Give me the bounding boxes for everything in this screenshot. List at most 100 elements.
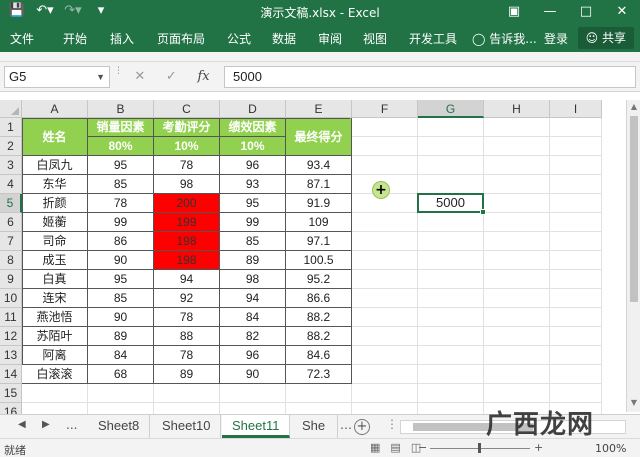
cell-g4[interactable] xyxy=(418,175,484,194)
tab-formulas[interactable]: 公式 xyxy=(227,30,251,47)
cell-f14[interactable] xyxy=(352,365,418,384)
tab-insert[interactable]: 插入 xyxy=(110,30,134,47)
more-sheets-button[interactable]: ... xyxy=(66,418,77,432)
cell-f12[interactable] xyxy=(352,327,418,346)
table-cell[interactable]: 109 xyxy=(286,213,352,232)
row-header-5[interactable]: 5 xyxy=(0,194,22,213)
column-header-b[interactable]: B xyxy=(88,100,154,118)
name-cell[interactable]: 阿离 xyxy=(22,346,88,365)
table-cell[interactable]: 89 xyxy=(154,365,220,384)
table-cell[interactable]: 89 xyxy=(220,251,286,270)
cell-i1[interactable] xyxy=(550,118,602,137)
select-all-button[interactable] xyxy=(0,100,22,118)
page-layout-view-icon[interactable]: ▤ xyxy=(390,441,400,454)
cell-h7[interactable] xyxy=(484,232,550,251)
table-cell[interactable]: 78 xyxy=(154,156,220,175)
cell-f15[interactable] xyxy=(352,384,418,403)
table-cell[interactable]: 78 xyxy=(154,346,220,365)
ribbon-display-icon[interactable]: ▣ xyxy=(496,0,532,24)
table-cell[interactable]: 85 xyxy=(88,289,154,308)
cell-f6[interactable] xyxy=(352,213,418,232)
name-cell[interactable]: 司命 xyxy=(22,232,88,251)
row-header-12[interactable]: 12 xyxy=(0,327,22,346)
prev-sheet-icon[interactable]: ◀ xyxy=(18,419,26,430)
cell-h5[interactable] xyxy=(484,194,550,213)
cell-a15[interactable] xyxy=(22,384,88,403)
name-box[interactable]: G5 ▼ xyxy=(4,66,110,88)
highlighted-score-cell[interactable]: 198 xyxy=(154,251,220,270)
zoom-slider-knob[interactable] xyxy=(478,443,481,453)
cell-h10[interactable] xyxy=(484,289,550,308)
column-header-e[interactable]: E xyxy=(286,100,352,118)
cell-f13[interactable] xyxy=(352,346,418,365)
name-cell[interactable]: 白滚滚 xyxy=(22,365,88,384)
row-header-7[interactable]: 7 xyxy=(0,232,22,251)
cell-h12[interactable] xyxy=(484,327,550,346)
cell-i14[interactable] xyxy=(550,365,602,384)
table-cell[interactable]: 95 xyxy=(88,156,154,175)
row-header-11[interactable]: 11 xyxy=(0,308,22,327)
column-header-a[interactable]: A xyxy=(22,100,88,118)
redo-icon[interactable]: ↷▾ xyxy=(64,3,82,18)
cell-i13[interactable] xyxy=(550,346,602,365)
row-header-8[interactable]: 8 xyxy=(0,251,22,270)
tab-view[interactable]: 视图 xyxy=(363,30,387,47)
cell-c15[interactable] xyxy=(154,384,220,403)
normal-view-icon[interactable]: ▦ xyxy=(370,441,380,454)
row-header-1[interactable]: 1 xyxy=(0,118,22,137)
header-cell-3[interactable]: 绩效因素 xyxy=(220,118,286,137)
vertical-scroll-thumb[interactable] xyxy=(630,116,638,302)
cell-i2[interactable] xyxy=(550,137,602,156)
row-header-4[interactable]: 4 xyxy=(0,175,22,194)
table-cell[interactable]: 90 xyxy=(220,365,286,384)
tab-developer[interactable]: 开发工具 xyxy=(409,30,457,47)
fill-handle[interactable] xyxy=(480,209,486,215)
cell-i4[interactable] xyxy=(550,175,602,194)
cell-g14[interactable] xyxy=(418,365,484,384)
table-cell[interactable]: 88 xyxy=(154,327,220,346)
row-header-9[interactable]: 9 xyxy=(0,270,22,289)
selected-cell-g5[interactable]: 5000 xyxy=(417,193,486,215)
table-cell[interactable]: 87.1 xyxy=(286,175,352,194)
table-cell[interactable]: 85 xyxy=(88,175,154,194)
table-cell[interactable]: 84 xyxy=(88,346,154,365)
row-header-15[interactable]: 15 xyxy=(0,384,22,403)
table-cell[interactable]: 97.1 xyxy=(286,232,352,251)
table-cell[interactable]: 91.9 xyxy=(286,194,352,213)
table-cell[interactable]: 98 xyxy=(154,175,220,194)
cell-e15[interactable] xyxy=(286,384,352,403)
cell-h11[interactable] xyxy=(484,308,550,327)
more-sheets-right[interactable]: … xyxy=(340,418,352,432)
cell-f2[interactable] xyxy=(352,137,418,156)
cell-g10[interactable] xyxy=(418,289,484,308)
name-cell[interactable]: 连宋 xyxy=(22,289,88,308)
zoom-in-icon[interactable]: + xyxy=(534,441,543,454)
column-header-c[interactable]: C xyxy=(154,100,220,118)
name-cell[interactable]: 白凤九 xyxy=(22,156,88,175)
table-cell[interactable]: 72.3 xyxy=(286,365,352,384)
add-sheet-icon[interactable]: + xyxy=(354,419,370,435)
cell-i8[interactable] xyxy=(550,251,602,270)
table-cell[interactable]: 95 xyxy=(88,270,154,289)
table-cell[interactable]: 78 xyxy=(88,194,154,213)
table-cell[interactable]: 99 xyxy=(220,213,286,232)
row-header-6[interactable]: 6 xyxy=(0,213,22,232)
table-cell[interactable]: 96 xyxy=(220,346,286,365)
name-cell[interactable]: 苏陌叶 xyxy=(22,327,88,346)
row-header-3[interactable]: 3 xyxy=(0,156,22,175)
cell-f7[interactable] xyxy=(352,232,418,251)
table-cell[interactable]: 92 xyxy=(154,289,220,308)
table-cell[interactable]: 84 xyxy=(220,308,286,327)
formula-input[interactable]: 5000 xyxy=(224,66,636,88)
login-link[interactable]: 登录 xyxy=(544,30,568,47)
column-header-d[interactable]: D xyxy=(220,100,286,118)
table-cell[interactable]: 95 xyxy=(220,194,286,213)
cell-g8[interactable] xyxy=(418,251,484,270)
cell-i12[interactable] xyxy=(550,327,602,346)
table-cell[interactable]: 88.2 xyxy=(286,308,352,327)
vertical-scrollbar[interactable]: ▲ ▼ xyxy=(626,100,640,412)
tell-me-box[interactable]: ◯ 告诉我... xyxy=(472,30,537,47)
table-cell[interactable]: 94 xyxy=(220,289,286,308)
cell-h2[interactable] xyxy=(484,137,550,156)
cell-i9[interactable] xyxy=(550,270,602,289)
